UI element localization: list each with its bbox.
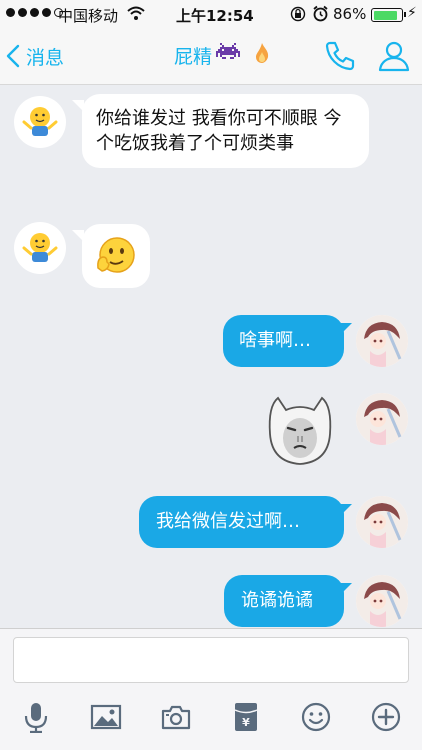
microphone-icon xyxy=(24,703,48,733)
clock: 上午12:54 xyxy=(176,7,254,25)
message-bubble-incoming[interactable] xyxy=(82,224,150,288)
photo-button[interactable] xyxy=(88,699,124,735)
emoji-button[interactable] xyxy=(298,699,334,735)
chat-title[interactable]: 屁精 xyxy=(174,42,270,69)
alarm-icon xyxy=(312,5,329,26)
cat-face-meme-sticker[interactable] xyxy=(264,390,336,470)
message-bubble-outgoing[interactable]: 我给微信发过啊… xyxy=(139,496,344,548)
camera-button[interactable] xyxy=(158,699,194,735)
svg-text:¥: ¥ xyxy=(242,716,250,729)
battery-icon xyxy=(371,8,406,22)
orientation-lock-icon xyxy=(290,6,306,26)
contact-avatar[interactable] xyxy=(14,222,66,274)
camera-icon xyxy=(161,705,191,730)
back-chevron-icon xyxy=(6,44,20,68)
message-bubble-outgoing[interactable]: 啥事啊… xyxy=(223,315,344,367)
battery-percent: 86% xyxy=(333,5,367,23)
image-icon xyxy=(90,704,122,730)
more-button[interactable] xyxy=(368,699,404,735)
thinking-face-sticker xyxy=(97,237,135,273)
red-packet-button[interactable]: ¥ xyxy=(228,699,264,735)
phone-icon xyxy=(325,41,355,71)
status-bar: 中国移动 上午12:54 86% ⚡ xyxy=(0,0,422,28)
profile-icon xyxy=(378,41,410,72)
plus-icon xyxy=(371,702,401,732)
alien-monster-icon xyxy=(216,43,241,68)
wifi-icon xyxy=(127,6,145,25)
message-list[interactable]: 你给谁发过 我看你可不顺眼 今个吃饭我着了个可烦类事 啥事啊… 我给微信发过啊…… xyxy=(0,86,422,628)
my-avatar[interactable] xyxy=(356,393,408,445)
composer-toolbar: ¥ xyxy=(0,699,422,735)
message-input[interactable] xyxy=(13,637,409,683)
back-button[interactable]: 消息 xyxy=(6,38,64,74)
message-text: 你给谁发过 我看你可不顺眼 今个吃饭我着了个可烦类事 xyxy=(96,108,342,154)
message-text: 诡谲诡谲 xyxy=(241,590,313,611)
emoji-icon xyxy=(301,702,331,732)
signal-strength-icon xyxy=(6,8,63,17)
message-bubble-incoming[interactable]: 你给谁发过 我看你可不顺眼 今个吃饭我着了个可烦类事 xyxy=(82,94,369,168)
flame-icon xyxy=(254,42,270,69)
message-bubble-outgoing[interactable]: 诡谲诡谲 xyxy=(224,575,344,627)
contact-profile-button[interactable] xyxy=(376,38,412,78)
voice-button[interactable] xyxy=(18,699,54,735)
contact-name: 屁精 xyxy=(174,46,213,68)
my-avatar[interactable] xyxy=(356,575,408,627)
message-text: 啥事啊… xyxy=(239,330,311,351)
composer: ¥ xyxy=(0,628,422,750)
message-text: 我给微信发过啊… xyxy=(156,511,300,532)
charging-icon: ⚡ xyxy=(407,5,417,21)
voice-call-button[interactable] xyxy=(322,38,358,78)
back-label: 消息 xyxy=(26,46,65,69)
red-packet-icon: ¥ xyxy=(234,703,258,731)
my-avatar[interactable] xyxy=(356,315,408,367)
contact-avatar[interactable] xyxy=(14,96,66,148)
nav-bar: 消息 屁精 xyxy=(0,28,422,85)
my-avatar[interactable] xyxy=(356,496,408,548)
carrier-name: 中国移动 xyxy=(58,7,119,25)
